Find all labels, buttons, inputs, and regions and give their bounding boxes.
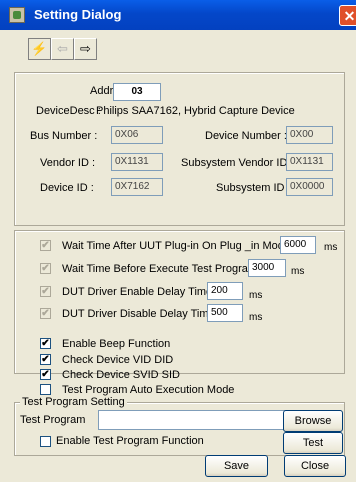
enable-test-program-checkbox[interactable] (40, 436, 51, 447)
arrow-left-icon[interactable]: ⇦ (51, 38, 74, 60)
window-title: Setting Dialog (34, 7, 122, 22)
option-checkbox[interactable]: ✔ (40, 338, 51, 349)
test-program-group-title: Test Program Setting (20, 396, 127, 408)
wait-plugin-label: Wait Time After UUT Plug-in On Plug _in … (62, 240, 297, 252)
bus-number-label: Bus Number : (30, 130, 98, 142)
subsystem-id-label: Subsystem ID : (216, 182, 291, 194)
test-program-label: Test Program (20, 414, 86, 426)
wait-exec-label: Wait Time Before Execute Test Program : (62, 263, 264, 275)
title-bar: Setting Dialog ✕ (0, 0, 356, 30)
disable-delay-checkbox[interactable]: ✔ (40, 308, 51, 319)
disable-delay-field[interactable]: 500 (207, 304, 243, 322)
option-checkbox[interactable]: ✔ (40, 354, 51, 365)
browse-button[interactable]: Browse (283, 410, 343, 432)
lightning-icon[interactable]: ⚡ (28, 38, 51, 60)
enable-delay-unit: ms (249, 290, 263, 301)
option-checkbox[interactable] (40, 384, 51, 395)
save-button[interactable]: Save (205, 455, 268, 477)
wait-exec-unit: ms (291, 266, 305, 277)
wait-plugin-field[interactable]: 6000 (280, 236, 316, 254)
device-info-frame (14, 72, 345, 226)
addr-field[interactable]: 03 (113, 83, 161, 101)
wait-plugin-unit: ms (324, 242, 338, 253)
app-icon (9, 7, 25, 23)
subsystem-id-field: 0X0000 (286, 178, 333, 196)
device-id-field: 0X7162 (111, 178, 163, 196)
device-id-label: Device ID : (40, 182, 94, 194)
enable-delay-label: DUT Driver Enable Delay Time : (62, 286, 219, 298)
window-close-button[interactable]: ✕ (339, 5, 356, 26)
device-number-label: Device Number : (205, 130, 287, 142)
bus-number-field: 0X06 (111, 126, 163, 144)
option-label: Check Device SVID SID (62, 369, 180, 381)
subsystem-vendor-id-label: Subsystem Vendor ID : (181, 157, 294, 169)
enable-test-program-label: Enable Test Program Function (56, 435, 204, 447)
vendor-id-field: 0X1131 (111, 153, 163, 171)
option-label: Test Program Auto Execution Mode (62, 384, 235, 396)
device-desc-label: DeviceDesc : (36, 105, 101, 117)
wait-exec-field[interactable]: 3000 (248, 259, 286, 277)
wait-exec-checkbox[interactable]: ✔ (40, 263, 51, 274)
disable-delay-label: DUT Driver Disable Delay Time : (62, 308, 221, 320)
option-label: Check Device VID DID (62, 354, 174, 366)
subsystem-vendor-id-field: 0X1131 (286, 153, 333, 171)
close-button[interactable]: Close (284, 455, 346, 477)
enable-delay-checkbox[interactable]: ✔ (40, 286, 51, 297)
vendor-id-label: Vendor ID : (40, 157, 96, 169)
device-desc-value: Philips SAA7162, Hybrid Capture Device (96, 105, 295, 117)
option-label: Enable Beep Function (62, 338, 171, 350)
wait-plugin-checkbox[interactable]: ✔ (40, 240, 51, 251)
test-program-input[interactable] (98, 410, 300, 430)
disable-delay-unit: ms (249, 312, 263, 323)
enable-delay-field[interactable]: 200 (207, 282, 243, 300)
test-button[interactable]: Test (283, 432, 343, 454)
option-checkbox[interactable]: ✔ (40, 369, 51, 380)
arrow-right-icon[interactable]: ⇨ (74, 38, 97, 60)
device-number-field: 0X00 (286, 126, 333, 144)
